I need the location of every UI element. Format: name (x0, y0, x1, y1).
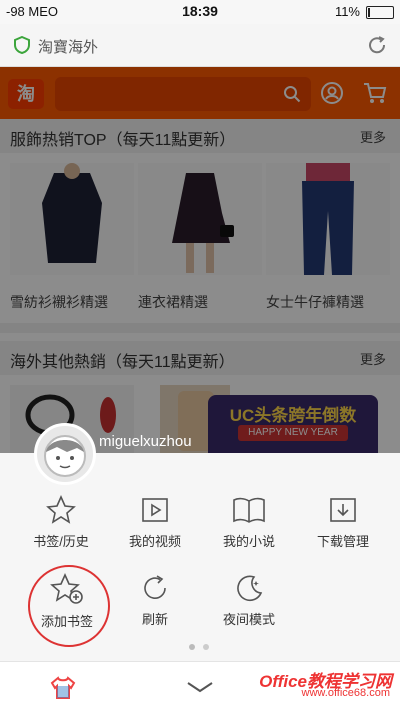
page-title: 淘寶海外 (38, 39, 99, 56)
menu-my-videos[interactable]: 我的视频 (105, 495, 205, 550)
video-icon (142, 498, 168, 522)
menu-label: 刷新 (141, 612, 168, 627)
download-icon (330, 498, 356, 522)
page-indicator-dot[interactable] (203, 644, 209, 650)
shield-icon (14, 36, 30, 54)
menu-label: 我的小说 (222, 534, 275, 549)
book-icon (233, 497, 265, 523)
username[interactable]: miguelxuzhou (99, 433, 192, 450)
avatar-face-icon (44, 435, 86, 477)
avatar[interactable] (34, 423, 96, 485)
skin-shirt-icon[interactable] (50, 676, 76, 700)
menu-bookmarks-history[interactable]: 书签/历史 (11, 495, 111, 550)
menu-night-mode[interactable]: 夜间模式 (199, 573, 299, 628)
battery-percent: 11% (334, 4, 360, 19)
menu-label: 下载管理 (316, 534, 369, 549)
chevron-down-icon[interactable] (186, 680, 214, 694)
page-indicator-dot[interactable] (189, 644, 195, 650)
menu-label: 夜间模式 (222, 612, 275, 627)
reload-icon[interactable] (366, 34, 388, 56)
status-bar: -98 MEO 18:39 11% (0, 0, 400, 24)
refresh-icon (144, 575, 166, 599)
menu-label: 书签/历史 (33, 534, 89, 549)
watermark-url: www.office68.com (301, 687, 390, 699)
address-bar[interactable]: 淘寶海外 (0, 24, 400, 67)
uc-menu-panel: miguelxuzhou 书签/历史 我的视频 我的小说 下载管理 添加书签 刷… (0, 423, 400, 712)
moon-icon (237, 575, 263, 602)
star-icon (46, 495, 76, 524)
menu-my-novels[interactable]: 我的小说 (199, 495, 299, 550)
highlight-circle (28, 565, 110, 647)
dim-overlay[interactable] (0, 67, 400, 453)
menu-download-manager[interactable]: 下载管理 (293, 495, 393, 550)
battery-icon (366, 6, 394, 19)
menu-refresh[interactable]: 刷新 (105, 573, 205, 628)
menu-label: 我的视频 (128, 534, 181, 549)
